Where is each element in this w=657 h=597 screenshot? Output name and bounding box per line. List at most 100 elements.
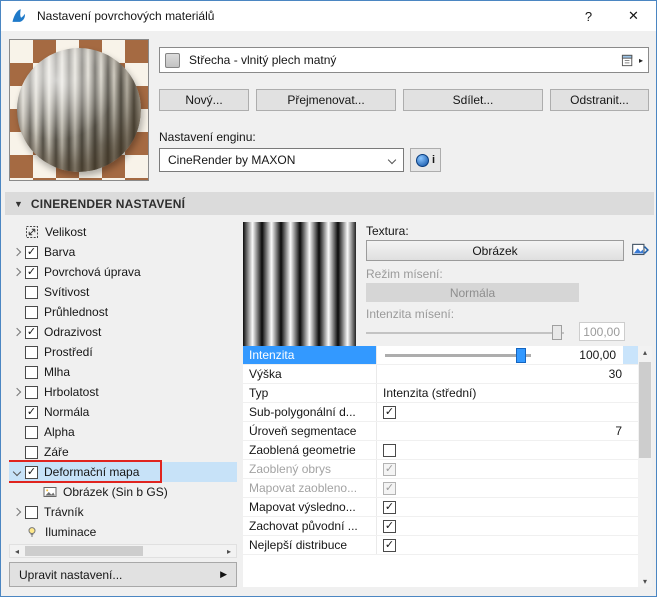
expand-icon[interactable]: [9, 327, 25, 337]
checkbox-zare[interactable]: [25, 445, 38, 459]
tree-item-prostredi[interactable]: Prostředí: [9, 342, 237, 362]
expand-icon[interactable]: [9, 267, 25, 277]
blend-intensity-slider[interactable]: [366, 325, 564, 340]
scroll-right-icon[interactable]: ▸: [222, 545, 236, 557]
property-value-cell: ✓: [376, 479, 638, 497]
blend-intensity-value[interactable]: 100,00: [579, 322, 625, 341]
checkbox-nejlepsi-distribuce[interactable]: ✓: [383, 538, 396, 552]
help-button[interactable]: ?: [566, 1, 611, 31]
property-row-nejlepsi-distribuce[interactable]: Nejlepší distribuce ✓: [243, 536, 638, 555]
scroll-thumb[interactable]: [639, 362, 651, 458]
rename-button[interactable]: Přejmenovat...: [256, 89, 396, 111]
scroll-up-icon[interactable]: ▴: [638, 346, 652, 358]
window-title: Nastavení povrchových materiálů: [37, 9, 215, 23]
checkbox-mapovat-vysledno[interactable]: ✓: [383, 500, 396, 514]
scroll-down-icon[interactable]: ▾: [638, 575, 652, 587]
property-row-zaoblena-geometrie[interactable]: Zaoblená geometrie: [243, 441, 638, 460]
new-button[interactable]: Nový...: [159, 89, 249, 111]
scroll-left-icon[interactable]: ◂: [10, 545, 24, 557]
checkbox-hrbolatost[interactable]: [25, 385, 38, 399]
property-row-vyska[interactable]: Výška 30: [243, 365, 638, 384]
property-value[interactable]: 30: [383, 367, 638, 381]
tree-item-deformacni-mapa[interactable]: ✓ Deformační mapa: [9, 460, 237, 483]
checkbox-alpha[interactable]: [25, 425, 38, 439]
material-preview-sphere: [17, 48, 141, 172]
tree-item-travnik[interactable]: Trávník: [9, 502, 237, 522]
material-settings-button[interactable]: ▸: [621, 53, 643, 68]
section-title: CINERENDER NASTAVENÍ: [30, 196, 186, 211]
engine-info-button[interactable]: i: [410, 148, 441, 172]
texture-attach-button[interactable]: [629, 239, 651, 261]
checkbox-barva[interactable]: ✓: [25, 245, 38, 259]
property-row-uroven-segmentace[interactable]: Úroveň segmentace 7: [243, 422, 638, 441]
tree-item-obrazek-sin-b-gs[interactable]: Obrázek (Sin b GS): [9, 482, 237, 502]
section-header-cinerender[interactable]: ▼ CINERENDER NASTAVENÍ: [5, 192, 654, 215]
checkbox-mapovat-zaobleno[interactable]: ✓: [383, 481, 396, 495]
property-row-zaobleny-obrys[interactable]: Zaoblený obrys ✓: [243, 460, 638, 479]
texture-attach-icon: [632, 243, 649, 256]
checkbox-zaobleny-obrys[interactable]: ✓: [383, 462, 396, 476]
checkbox-zachovat-puvodni[interactable]: ✓: [383, 519, 396, 533]
property-row-typ[interactable]: Typ Intenzita (střední): [243, 384, 638, 403]
tree-item-hrbolatost[interactable]: Hrbolatost: [9, 382, 237, 402]
engine-select[interactable]: CineRender by MAXON: [159, 148, 404, 172]
checkbox-travnik[interactable]: [25, 505, 38, 519]
tree-item-svitivost[interactable]: Svítivost: [9, 282, 237, 302]
material-preview[interactable]: [9, 39, 149, 181]
property-value[interactable]: 100,00: [531, 348, 616, 362]
tree-item-velikost[interactable]: Velikost: [9, 222, 237, 242]
material-name: Střecha - vlnitý plech matný: [189, 53, 337, 67]
blend-mode-select[interactable]: Normála: [366, 283, 579, 302]
property-value-cell: 7: [376, 422, 638, 440]
popup-arrow-icon: ▶: [220, 569, 227, 579]
property-row-intenzita[interactable]: Intenzita 100,00: [243, 346, 638, 365]
checkbox-svitivost[interactable]: [25, 285, 38, 299]
property-row-mapovat-vysledno[interactable]: Mapovat výsledno... ✓: [243, 498, 638, 517]
render-engine-icon: [415, 153, 429, 167]
close-button[interactable]: ✕: [611, 1, 656, 31]
collapse-icon[interactable]: [9, 467, 25, 477]
tree-item-mlha[interactable]: Mlha: [9, 362, 237, 382]
tree-item-povrchova-uprava[interactable]: ✓ Povrchová úprava: [9, 262, 237, 282]
checkbox-zaoblena-geometrie[interactable]: [383, 443, 396, 457]
tree-item-zare[interactable]: Záře: [9, 442, 237, 462]
expand-icon[interactable]: [9, 247, 25, 257]
tree-item-pruhlednost[interactable]: Průhlednost: [9, 302, 237, 322]
tree-item-label: Trávník: [44, 505, 84, 519]
material-name-dropdown[interactable]: Střecha - vlnitý plech matný ▸: [159, 47, 649, 73]
checkbox-prostredi[interactable]: [25, 345, 38, 359]
property-row-mapovat-zaobleno[interactable]: Mapovat zaobleno... ✓: [243, 479, 638, 498]
checkbox-povrchova-uprava[interactable]: ✓: [25, 265, 38, 279]
tree-item-alpha[interactable]: Alpha: [9, 422, 237, 442]
checkbox-sub-polygonalni-d[interactable]: ✓: [383, 405, 396, 419]
scroll-thumb[interactable]: [25, 546, 143, 556]
tree-item-iluminace[interactable]: Iluminace: [9, 522, 237, 542]
tree-item-normala[interactable]: ✓ Normála: [9, 402, 237, 422]
checkbox-normala[interactable]: ✓: [25, 405, 38, 419]
delete-button[interactable]: Odstranit...: [550, 89, 649, 111]
property-value[interactable]: Intenzita (střední): [383, 386, 476, 400]
section-collapse-icon[interactable]: ▼: [14, 199, 23, 209]
tree-item-odrazivost[interactable]: ✓ Odrazivost: [9, 322, 237, 342]
property-row-zachovat-puvodni[interactable]: Zachovat původní ... ✓: [243, 517, 638, 536]
property-row-sub-polygonalni-d[interactable]: Sub-polygonální d... ✓: [243, 403, 638, 422]
checkbox-pruhlednost[interactable]: [25, 305, 38, 319]
edit-settings-button[interactable]: Upravit nastavení... ▶: [9, 562, 237, 587]
properties-scrollbar[interactable]: ▴ ▾: [638, 346, 652, 587]
checkbox-odrazivost[interactable]: ✓: [25, 325, 38, 339]
texture-image-button[interactable]: Obrázek: [366, 240, 624, 261]
slider-handle[interactable]: [552, 325, 562, 340]
expand-icon[interactable]: [9, 507, 25, 517]
expand-icon[interactable]: [9, 387, 25, 397]
share-button[interactable]: Sdílet...: [403, 89, 543, 111]
tree-item-label: Velikost: [45, 225, 87, 239]
slider-handle[interactable]: [516, 347, 526, 363]
checkbox-deformacni-mapa[interactable]: ✓: [25, 465, 38, 479]
tree-item-barva[interactable]: ✓ Barva: [9, 242, 237, 262]
tree-item-label: Deformační mapa: [44, 465, 140, 479]
property-value-cell: 100,00: [376, 346, 638, 364]
tree-horizontal-scrollbar[interactable]: ◂ ▸: [9, 544, 237, 558]
intensity-slider[interactable]: [385, 347, 531, 363]
checkbox-mlha[interactable]: [25, 365, 38, 379]
property-value[interactable]: 7: [383, 424, 638, 438]
